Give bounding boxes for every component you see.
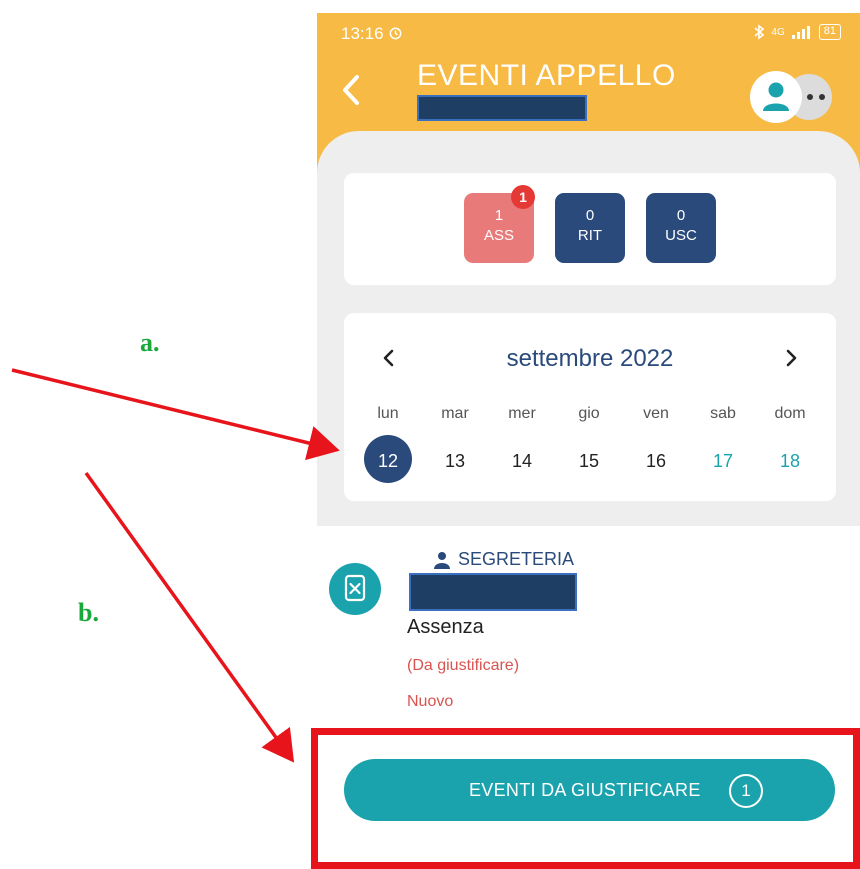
page-title: EVENTI APPELLO: [417, 59, 676, 92]
annotation-label-a: a.: [140, 328, 160, 357]
arrow-a: [11, 368, 340, 461]
late-counter[interactable]: 0 RIT: [555, 193, 625, 263]
weekday-label: mer: [508, 405, 536, 422]
event-status: (Da giustificare): [407, 657, 520, 674]
bluetooth-icon: [754, 24, 765, 40]
weekday-label: dom: [774, 405, 806, 422]
calendar-month: settembre 2022: [506, 345, 674, 372]
alarm-icon: [389, 27, 402, 40]
status-time: 13:16: [341, 24, 403, 44]
calendar-day[interactable]: 13: [428, 451, 482, 472]
absence-document-icon: [329, 563, 381, 615]
calendar-day[interactable]: 16: [629, 451, 683, 472]
calendar-day[interactable]: 15: [562, 451, 616, 472]
event-new-tag: Nuovo: [407, 693, 454, 710]
event-author-label: SEGRETERIA: [458, 549, 575, 569]
justify-events-label: EVENTI DA GIUSTIFICARE: [469, 780, 701, 800]
battery-level: 81: [818, 24, 841, 40]
status-bar: 13:16 4G 81: [341, 21, 841, 49]
weekday-label: sab: [710, 405, 736, 422]
next-week-icon[interactable]: [776, 343, 806, 373]
weekday-label: lun: [377, 405, 399, 422]
person-icon: [434, 551, 450, 569]
event-author: SEGRETERIA: [434, 549, 574, 570]
weekday-label: ven: [643, 405, 669, 422]
arrow-b: [84, 471, 295, 763]
calendar-day[interactable]: 14: [495, 451, 549, 472]
calendar-day-weekend[interactable]: 17: [696, 451, 750, 472]
justify-events-count: 1: [729, 774, 763, 808]
redacted-student-name: [409, 573, 577, 611]
calendar-day-weekend[interactable]: 18: [763, 451, 817, 472]
status-indicators: 4G 81: [753, 24, 841, 40]
back-arrow-icon[interactable]: [337, 71, 365, 109]
exit-counter[interactable]: 0 USC: [646, 193, 716, 263]
calendar-day-selected[interactable]: 12: [361, 451, 415, 472]
signal-icon: [791, 26, 810, 39]
annotation-label-b: b.: [78, 598, 99, 627]
redacted-class-name: [417, 95, 587, 121]
week-calendar: settembre 2022 lun mar mer gio ven sab d…: [344, 313, 836, 501]
notification-badge: 1: [511, 185, 535, 209]
event-counters-card: 1 ASS 1 0 RIT 0 USC: [344, 173, 836, 285]
justify-events-button[interactable]: EVENTI DA GIUSTIFICARE 1: [344, 759, 835, 821]
event-type: Assenza: [407, 616, 484, 638]
avatar[interactable]: [750, 71, 802, 123]
network-type: 4G: [771, 26, 785, 38]
weekday-label: mar: [441, 405, 469, 422]
profile-switcher[interactable]: [750, 71, 840, 123]
weekday-label: gio: [578, 405, 600, 422]
user-icon: [763, 82, 789, 111]
